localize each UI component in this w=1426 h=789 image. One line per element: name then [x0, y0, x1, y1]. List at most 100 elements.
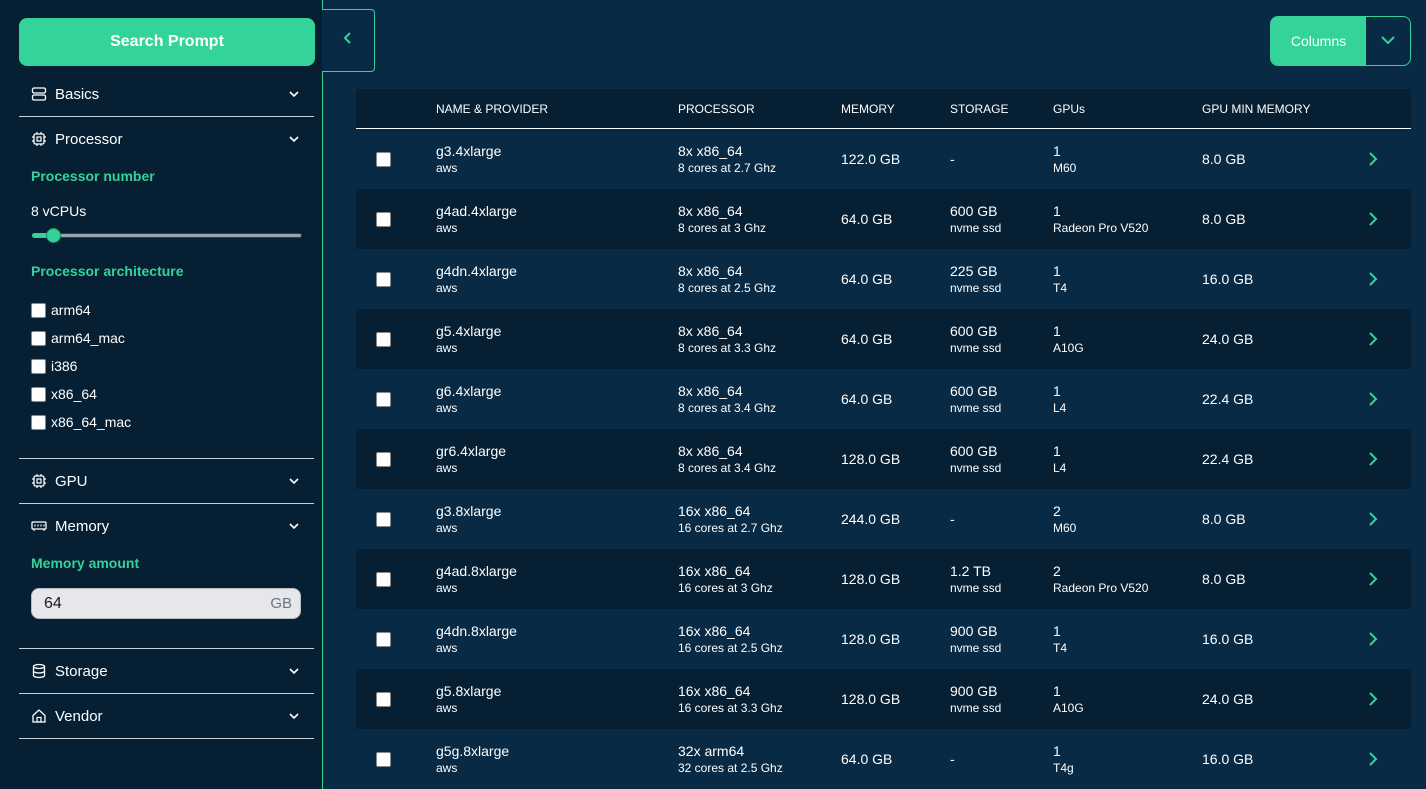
architecture-option[interactable]: arm64_mac	[19, 324, 314, 352]
vendor-header[interactable]: Vendor	[19, 694, 314, 738]
basics-header[interactable]: Basics	[19, 72, 314, 116]
basics-label: Basics	[55, 85, 100, 103]
slider-thumb[interactable]	[46, 228, 61, 243]
memory-amount-input[interactable]: 64 GB	[31, 588, 301, 619]
chevron-right-icon[interactable]	[1366, 451, 1380, 467]
gpu-model: Radeon Pro V520	[1053, 581, 1149, 595]
name-cell: g4dn.8xlarge aws	[436, 623, 517, 655]
column-header-gpus[interactable]: GPUs	[1053, 102, 1085, 116]
row-checkbox[interactable]	[376, 272, 391, 287]
processor-header[interactable]: Processor	[19, 117, 314, 161]
name-cell: gr6.4xlarge aws	[436, 443, 506, 475]
memory-cell: 64.0 GB	[841, 271, 893, 287]
row-checkbox[interactable]	[376, 512, 391, 527]
table-row[interactable]: g5g.8xlarge aws 32x arm64 32 cores at 2.5 G…	[356, 729, 1411, 789]
gpus-cell: 1 L4	[1053, 383, 1066, 415]
column-header-storage[interactable]: STORAGE	[950, 102, 1008, 116]
table-row[interactable]: g5.8xlarge aws 16x x86_64 16 cores at 3.3 G…	[356, 669, 1411, 729]
row-checkbox[interactable]	[376, 452, 391, 467]
table-row[interactable]: g6.4xlarge aws 8x x86_64 8 cores at 3.4 Ghz…	[356, 369, 1411, 429]
gpu-header[interactable]: GPU	[19, 459, 314, 503]
vcpu-slider[interactable]	[32, 228, 302, 243]
column-header-processor[interactable]: PROCESSOR	[678, 102, 755, 116]
chevron-right-icon[interactable]	[1366, 151, 1380, 167]
section-processor: Processor Processor number 8 vCPUs Proce…	[19, 117, 314, 459]
column-header-memory[interactable]: MEMORY	[841, 102, 895, 116]
row-checkbox[interactable]	[376, 752, 391, 767]
column-header-gpu-min-memory[interactable]: GPU MIN MEMORY	[1202, 102, 1310, 116]
section-vendor: Vendor	[19, 694, 314, 739]
chevron-right-icon[interactable]	[1366, 271, 1380, 287]
chevron-right-icon[interactable]	[1366, 511, 1380, 527]
architecture-option[interactable]: i386	[19, 352, 314, 380]
instance-name: g5.4xlarge	[436, 323, 502, 339]
chevron-right-icon[interactable]	[1366, 631, 1380, 647]
memory-cell: 128.0 GB	[841, 451, 901, 467]
processor-value: 8x x86_64	[678, 203, 743, 219]
memory-cell: 128.0 GB	[841, 691, 901, 707]
memory-header[interactable]: Memory	[19, 504, 314, 548]
section-basics: Basics	[19, 72, 314, 117]
gpu-min-memory-cell: 8.0 GB	[1202, 211, 1246, 227]
chevron-right-icon[interactable]	[1366, 691, 1380, 707]
chevron-right-icon[interactable]	[1366, 751, 1380, 767]
architecture-option[interactable]: x86_64	[19, 380, 314, 408]
architecture-option[interactable]: x86_64_mac	[19, 408, 314, 436]
table-row[interactable]: g4ad.4xlarge aws 8x x86_64 8 cores at 3 Ghz…	[356, 189, 1411, 249]
chevron-right-icon[interactable]	[1366, 391, 1380, 407]
storage-value: 225 GB	[950, 263, 998, 279]
row-checkbox[interactable]	[376, 212, 391, 227]
column-header-name[interactable]: NAME & PROVIDER	[436, 102, 548, 116]
gpu-count: 1	[1053, 743, 1061, 759]
table-row[interactable]: g3.8xlarge aws 16x x86_64 16 cores at 2.7 G…	[356, 489, 1411, 549]
columns-button[interactable]: Columns	[1270, 16, 1411, 66]
table-row[interactable]: g4ad.8xlarge aws 16x x86_64 16 cores at 3 G…	[356, 549, 1411, 609]
table-row[interactable]: g4dn.4xlarge aws 8x x86_64 8 cores at 2.5 G…	[356, 249, 1411, 309]
table-row[interactable]: g3.4xlarge aws 8x x86_64 8 cores at 2.7 Ghz…	[356, 129, 1411, 189]
table-row[interactable]: gr6.4xlarge aws 8x x86_64 8 cores at 3.4 Gh…	[356, 429, 1411, 489]
row-checkbox[interactable]	[376, 152, 391, 167]
provider-name: aws	[436, 701, 458, 715]
row-checkbox[interactable]	[376, 632, 391, 647]
provider-name: aws	[436, 461, 458, 475]
memory-icon	[31, 518, 47, 534]
architecture-option[interactable]: arm64	[19, 296, 314, 324]
chevron-right-icon[interactable]	[1366, 571, 1380, 587]
gpu-count: 1	[1053, 623, 1061, 639]
gpus-cell: 1 M60	[1053, 143, 1076, 175]
storage-value: 1.2 TB	[950, 563, 991, 579]
architecture-label: i386	[51, 358, 78, 374]
processor-detail: 8 cores at 3.3 Ghz	[678, 341, 777, 355]
home-icon	[31, 708, 47, 724]
storage-cell: 600 GB nvme ssd	[950, 443, 1001, 475]
row-checkbox[interactable]	[376, 392, 391, 407]
filter-sidebar: Search Prompt Basics Processor Processor…	[0, 0, 323, 789]
chevron-right-icon[interactable]	[1366, 211, 1380, 227]
checkbox[interactable]	[31, 386, 46, 402]
search-prompt-button[interactable]: Search Prompt	[19, 18, 315, 66]
table-row[interactable]: g5.4xlarge aws 8x x86_64 8 cores at 3.3 Ghz…	[356, 309, 1411, 369]
table-row[interactable]: g4dn.8xlarge aws 16x x86_64 16 cores at 2.5…	[356, 609, 1411, 669]
gpu-model: T4	[1053, 641, 1068, 655]
processor-value: 8x x86_64	[678, 383, 743, 399]
storage-value: 600 GB	[950, 383, 998, 399]
checkbox[interactable]	[31, 302, 46, 318]
checkbox[interactable]	[31, 358, 46, 374]
row-checkbox[interactable]	[376, 572, 391, 587]
checkbox[interactable]	[31, 414, 46, 430]
processor-cell: 16x x86_64 16 cores at 3 Ghz	[678, 563, 773, 595]
collapse-sidebar-button[interactable]	[322, 9, 375, 72]
columns-dropdown-toggle[interactable]	[1366, 17, 1410, 65]
row-checkbox[interactable]	[376, 332, 391, 347]
columns-label[interactable]: Columns	[1271, 17, 1366, 65]
provider-name: aws	[436, 521, 458, 535]
chevron-right-icon[interactable]	[1366, 331, 1380, 347]
memory-input-value: 64	[44, 594, 62, 612]
memory-amount-heading: Memory amount	[31, 555, 140, 571]
name-cell: g4dn.4xlarge aws	[436, 263, 517, 295]
storage-header[interactable]: Storage	[19, 649, 314, 693]
processor-cell: 8x x86_64 8 cores at 3.3 Ghz	[678, 323, 776, 355]
row-checkbox[interactable]	[376, 692, 391, 707]
checkbox[interactable]	[31, 330, 46, 346]
processor-value: 32x arm64	[678, 743, 745, 759]
